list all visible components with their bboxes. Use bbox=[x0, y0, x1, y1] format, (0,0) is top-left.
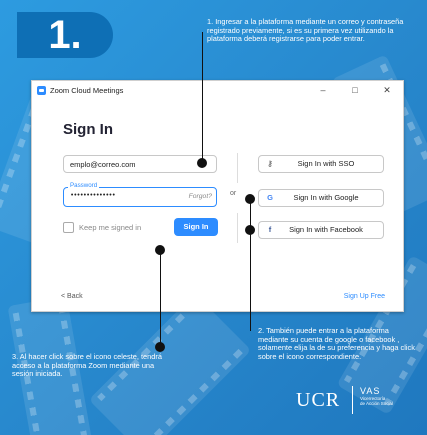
checkbox-box[interactable] bbox=[63, 222, 74, 233]
pointer-line bbox=[202, 32, 204, 163]
step-badge: 1. bbox=[17, 12, 113, 58]
title-bar: Zoom Cloud Meetings – □ ✕ bbox=[32, 81, 403, 99]
divider bbox=[237, 213, 238, 243]
password-field[interactable]: Password •••••••••••••• Forgot? bbox=[63, 182, 217, 207]
vas-logo: VAS Vicerrectoría de Acción Social bbox=[360, 386, 393, 406]
pointer-line bbox=[250, 198, 252, 331]
zoom-logo-icon bbox=[37, 85, 46, 95]
vas-title: VAS bbox=[360, 386, 381, 396]
pointer-dot bbox=[245, 194, 255, 204]
facebook-sign-in-button[interactable]: f Sign In with Facebook bbox=[258, 221, 384, 239]
email-field[interactable]: emplo@correo.com bbox=[63, 155, 217, 173]
google-sign-in-button[interactable]: G Sign In with Google bbox=[258, 189, 384, 207]
forgot-password-link[interactable]: Forgot? bbox=[189, 193, 212, 200]
step-number: 1. bbox=[48, 12, 82, 57]
sso-label: Sign In with SSO bbox=[297, 159, 355, 168]
pointer-dot bbox=[245, 225, 255, 235]
key-icon: ⚷ bbox=[267, 159, 273, 168]
instruction-note-3: 3. Al hacer click sobre el icono celeste… bbox=[12, 352, 162, 379]
divider bbox=[237, 153, 238, 183]
keep-signed-in-label: Keep me signed in bbox=[79, 223, 142, 232]
instruction-note-2: 2. También puede entrar a la plataforma … bbox=[258, 326, 415, 361]
pointer-dot bbox=[155, 342, 165, 352]
or-label: or bbox=[230, 190, 237, 197]
facebook-label: Sign In with Facebook bbox=[289, 225, 363, 234]
sso-sign-in-button[interactable]: ⚷ Sign In with SSO bbox=[258, 155, 384, 173]
window-title: Zoom Cloud Meetings bbox=[50, 85, 124, 95]
close-button[interactable]: ✕ bbox=[371, 85, 403, 96]
google-label: Sign In with Google bbox=[293, 193, 359, 202]
pointer-dot bbox=[155, 245, 165, 255]
maximize-button[interactable]: □ bbox=[339, 85, 371, 96]
password-value: •••••••••••••• bbox=[70, 192, 116, 200]
zoom-login-window: Zoom Cloud Meetings – □ ✕ Sign In emplo@… bbox=[31, 80, 404, 312]
instruction-note-1: 1. Ingresar a la plataforma mediante un … bbox=[207, 17, 404, 44]
page-title: Sign In bbox=[63, 121, 113, 138]
logo-divider bbox=[352, 386, 353, 414]
ucr-logo: UCR bbox=[296, 389, 341, 411]
minimize-button[interactable]: – bbox=[307, 85, 339, 96]
sign-in-button[interactable]: Sign In bbox=[174, 218, 218, 236]
facebook-icon: f bbox=[268, 225, 272, 234]
vas-subtitle-2: de Acción Social bbox=[360, 401, 394, 406]
keep-signed-in-checkbox[interactable]: Keep me signed in bbox=[63, 222, 141, 233]
password-label: Password bbox=[68, 182, 100, 189]
back-link[interactable]: < Back bbox=[61, 293, 83, 300]
pointer-dot bbox=[197, 158, 207, 168]
pointer-line bbox=[160, 250, 162, 347]
sign-up-link[interactable]: Sign Up Free bbox=[344, 293, 385, 300]
google-icon: G bbox=[267, 193, 273, 202]
